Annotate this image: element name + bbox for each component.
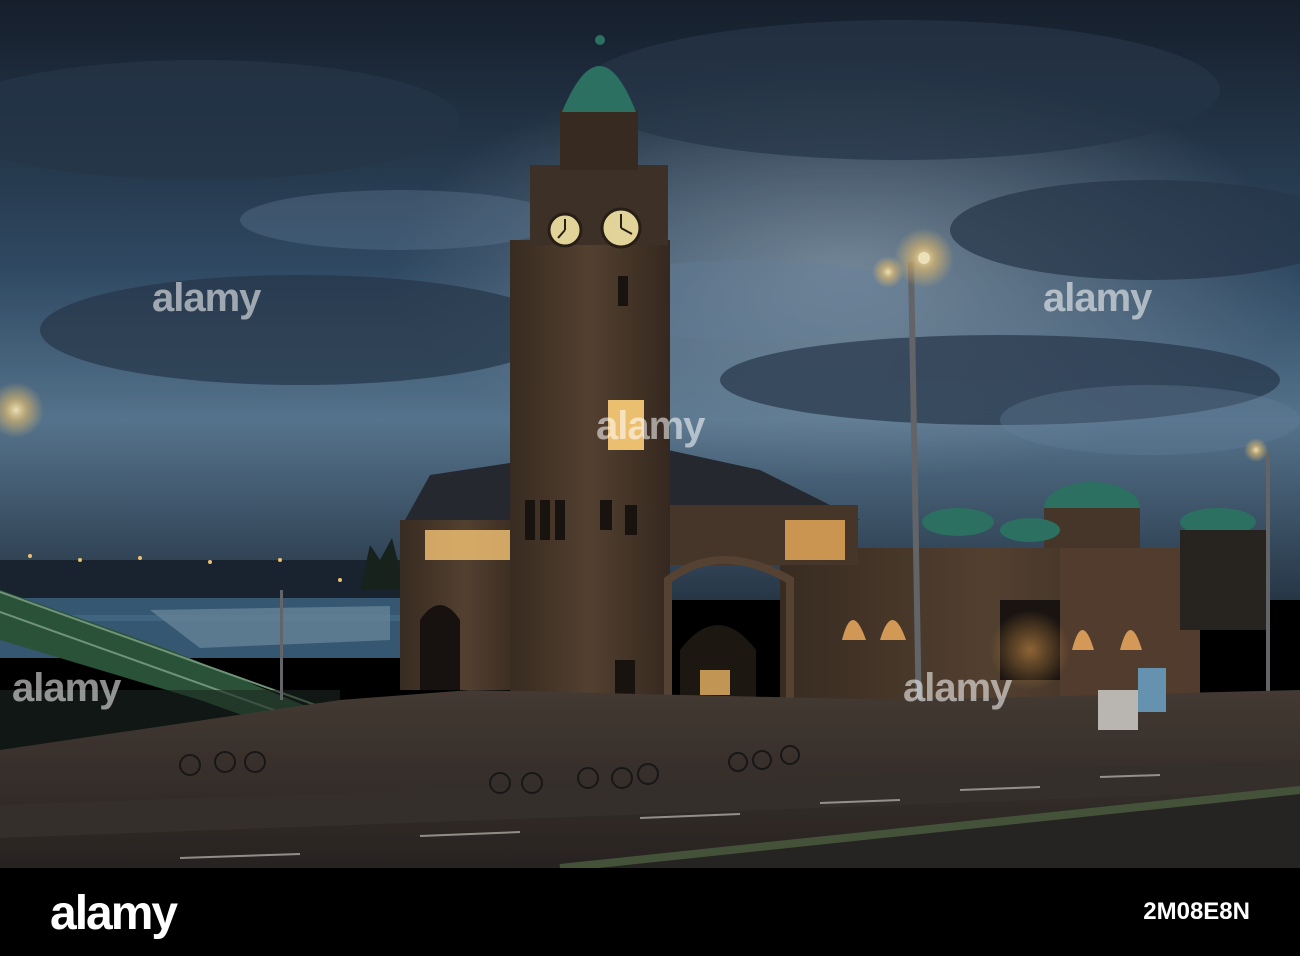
watermark-text: alamy: [12, 666, 121, 710]
footer-image-id: 2M08E8N: [1143, 898, 1250, 925]
watermark-text: alamy: [903, 666, 1012, 710]
photo-frame: alamy alamy alamy alamy alamy alamy 2M08…: [0, 0, 1300, 956]
watermark-text: alamy: [1043, 276, 1152, 320]
watermark-text: alamy: [152, 276, 261, 320]
footer-brand-logo: alamy: [50, 887, 178, 940]
watermark-text: alamy: [596, 404, 705, 448]
footer-bar: alamy 2M08E8N: [0, 868, 1300, 956]
